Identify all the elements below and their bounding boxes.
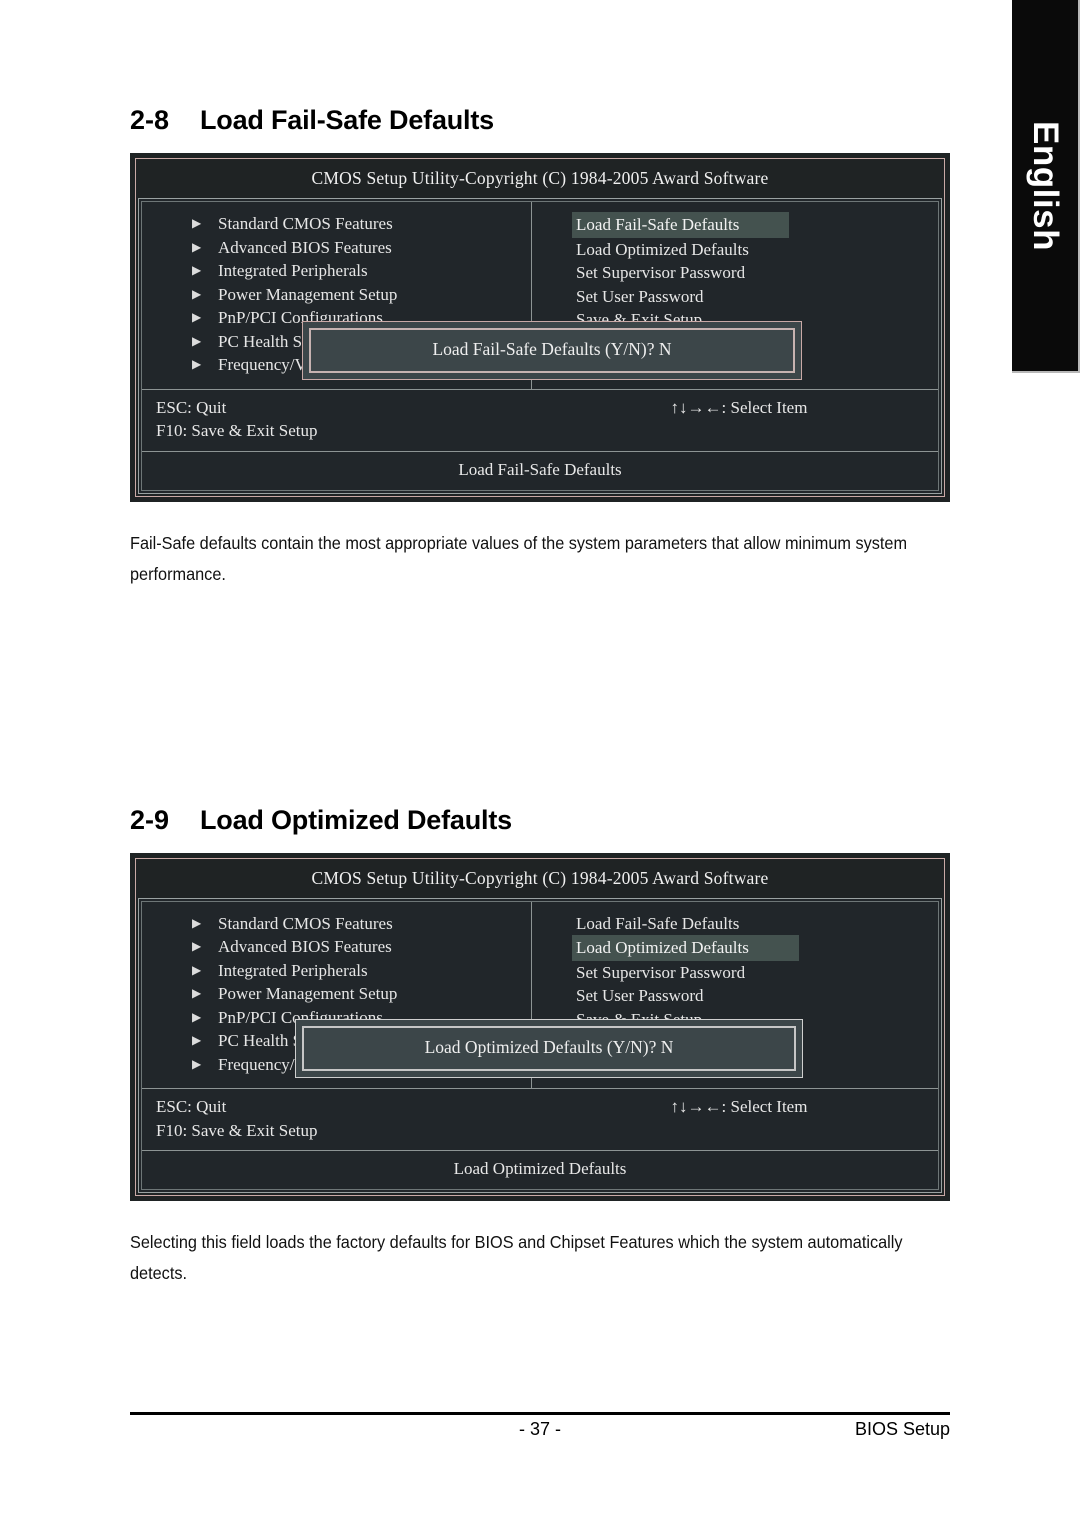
bios-border: CMOS Setup Utility-Copyright (C) 1984-20…: [135, 158, 945, 497]
bios-menu-item-label: Set Supervisor Password: [576, 263, 746, 282]
bios-menu-item[interactable]: ▶ Integrated Peripherals: [142, 259, 531, 283]
menu-arrow-icon: ▶: [192, 986, 202, 1000]
bios-menu-item[interactable]: ▶ Power Management Setup: [142, 982, 531, 1006]
menu-arrow-icon: ▶: [192, 939, 202, 953]
bios-menu-item-label: Load Fail-Safe Defaults: [572, 212, 790, 238]
bios-border: CMOS Setup Utility-Copyright (C) 1984-20…: [135, 857, 945, 1196]
confirm-dialog[interactable]: Load Fail-Safe Defaults (Y/N)? N: [302, 321, 802, 380]
bios-body: ▶ Standard CMOS Features ▶ Advanced BIOS…: [138, 897, 942, 1193]
bios-key-hint: ESC: Quit: [156, 397, 227, 417]
bios-body-inner: ▶ Standard CMOS Features ▶ Advanced BIOS…: [141, 201, 939, 491]
section-title: Load Optimized Defaults: [200, 804, 512, 835]
bios-menu-item-label: Integrated Peripherals: [218, 261, 368, 280]
bios-menu-item-label: Power Management Setup: [218, 984, 398, 1003]
menu-arrow-icon: ▶: [192, 915, 202, 930]
bios-key-legend: ESC: Quit F10: Save & Exit Setup ↑↓→←: S…: [142, 390, 938, 452]
section-load-optimized-defaults: 2-9 Load Optimized Defaults CMOS Setup U…: [130, 590, 950, 1290]
menu-arrow-icon: ▶: [192, 239, 202, 254]
bios-key-hint: F10: Save & Exit Setup: [156, 1120, 318, 1140]
bios-menu-item-label: Integrated Peripherals: [218, 960, 368, 980]
bios-menu-item[interactable]: ▶ Advanced BIOS Features: [142, 236, 531, 260]
bios-screenshot-optimized: CMOS Setup Utility-Copyright (C) 1984-20…: [130, 852, 950, 1201]
bios-menu-item-label: Set User Password: [576, 286, 704, 306]
bios-menu-item[interactable]: Load Optimized Defaults: [532, 238, 938, 262]
bios-menu-item[interactable]: ▶ Integrated Peripherals: [142, 959, 531, 983]
bios-menu-item-label: Load Optimized Defaults: [576, 239, 749, 259]
bios-menu-item-selected[interactable]: Load Fail-Safe Defaults: [532, 212, 938, 238]
bios-body-inner: ▶ Standard CMOS Features ▶ Advanced BIOS…: [141, 900, 939, 1190]
page-content: 2-8 Load Fail-Safe Defaults CMOS Setup U…: [130, 0, 950, 1289]
bios-body: ▶ Standard CMOS Features ▶ Advanced BIOS…: [138, 198, 942, 494]
bios-menu-item-label: Load Fail-Safe Defaults: [576, 913, 740, 933]
bios-menu-item[interactable]: Load Fail-Safe Defaults: [532, 912, 938, 936]
bios-menu-item-selected[interactable]: Load Optimized Defaults: [532, 935, 938, 961]
menu-arrow-icon: ▶: [192, 1033, 202, 1047]
bios-menu-item[interactable]: ▶ Standard CMOS Features: [142, 212, 531, 236]
bios-key-legend-right: ↑↓→←: Select Item: [540, 396, 938, 443]
footer-section-label: BIOS Setup: [854, 1419, 950, 1439]
bios-menu-item-label: Set Supervisor Password: [576, 962, 746, 982]
confirm-dialog[interactable]: Load Optimized Defaults (Y/N)? N: [295, 1018, 803, 1078]
language-tab-label: English: [1026, 120, 1065, 251]
section-paragraph: Selecting this field loads the factory d…: [130, 1232, 903, 1283]
section-paragraph: Fail-Safe defaults contain the most appr…: [130, 532, 908, 584]
bios-menu-item-label: Advanced BIOS Features: [218, 937, 392, 956]
bios-status-footer: Load Optimized Defaults: [453, 1159, 627, 1178]
bios-key-legend: ESC: Quit F10: Save & Exit Setup ↑↓→←: S…: [142, 1089, 938, 1151]
footer-divider: [130, 1412, 950, 1415]
bios-key-hint: ESC: Quit: [156, 1097, 227, 1116]
confirm-dialog-message: Load Fail-Safe Defaults (Y/N)? N: [309, 328, 795, 373]
language-tab: English: [1012, 0, 1080, 373]
bios-menu-item[interactable]: ▶ Standard CMOS Features: [142, 912, 531, 936]
bios-menu-item[interactable]: Set User Password: [532, 285, 938, 309]
bios-menu-item-label: Advanced BIOS Features: [218, 237, 392, 257]
bios-menu-item-label: Standard CMOS Features: [218, 913, 393, 933]
bios-screenshot-fail-safe: CMOS Setup Utility-Copyright (C) 1984-20…: [130, 153, 950, 502]
section-heading: 2-9 Load Optimized Defaults: [130, 805, 950, 836]
bios-menu-item-label: Standard CMOS Features: [218, 214, 393, 233]
bios-menu-item[interactable]: Set Supervisor Password: [532, 961, 938, 985]
bios-menu-item-label: Power Management Setup: [218, 284, 398, 304]
bios-menu-columns: ▶ Standard CMOS Features ▶ Advanced BIOS…: [142, 202, 938, 390]
bios-menu-item[interactable]: Set Supervisor Password: [532, 261, 938, 285]
section-title: Load Fail-Safe Defaults: [200, 105, 494, 135]
menu-arrow-icon: ▶: [192, 263, 202, 277]
bios-menu-columns: ▶ Standard CMOS Features ▶ Advanced BIOS…: [142, 901, 938, 1089]
bios-key-hint: ↑↓→←: Select Item: [670, 397, 808, 417]
menu-arrow-icon: ▶: [192, 286, 202, 301]
page-footer: - 37 - BIOS Setup: [130, 1419, 950, 1449]
bios-key-legend-right: ↑↓→←: Select Item: [540, 1095, 938, 1142]
bios-status-footer: Load Fail-Safe Defaults: [458, 459, 622, 479]
menu-arrow-icon: ▶: [192, 1009, 202, 1024]
menu-arrow-icon: ▶: [192, 216, 202, 230]
bios-title-bar: CMOS Setup Utility-Copyright (C) 1984-20…: [311, 168, 769, 188]
section-number: 2-8: [130, 105, 170, 135]
section-heading: 2-8 Load Fail-Safe Defaults: [130, 105, 950, 136]
bios-key-legend-left: ESC: Quit F10: Save & Exit Setup: [142, 396, 540, 443]
menu-arrow-icon: ▶: [192, 333, 202, 348]
page-number: - 37 -: [518, 1419, 561, 1439]
confirm-dialog-message: Load Optimized Defaults (Y/N)? N: [302, 1025, 796, 1071]
bios-key-hint: ↑↓→←: Select Item: [670, 1097, 808, 1116]
bios-menu-item[interactable]: Set User Password: [532, 984, 938, 1008]
section-load-fail-safe-defaults: 2-8 Load Fail-Safe Defaults CMOS Setup U…: [130, 0, 950, 590]
menu-arrow-icon: ▶: [192, 310, 202, 324]
section-number: 2-9: [130, 804, 170, 835]
menu-arrow-icon: ▶: [192, 1056, 202, 1071]
bios-menu-item[interactable]: ▶ Advanced BIOS Features: [142, 935, 531, 959]
bios-title-bar: CMOS Setup Utility-Copyright (C) 1984-20…: [311, 867, 769, 888]
bios-key-hint: F10: Save & Exit Setup: [156, 421, 318, 440]
bios-menu-item-label: Load Optimized Defaults: [572, 935, 799, 961]
menu-arrow-icon: ▶: [192, 962, 202, 977]
bios-menu-item-label: Set User Password: [576, 986, 704, 1005]
menu-arrow-icon: ▶: [192, 357, 202, 371]
bios-menu-item[interactable]: ▶ Power Management Setup: [142, 283, 531, 307]
bios-key-legend-left: ESC: Quit F10: Save & Exit Setup: [142, 1095, 540, 1142]
